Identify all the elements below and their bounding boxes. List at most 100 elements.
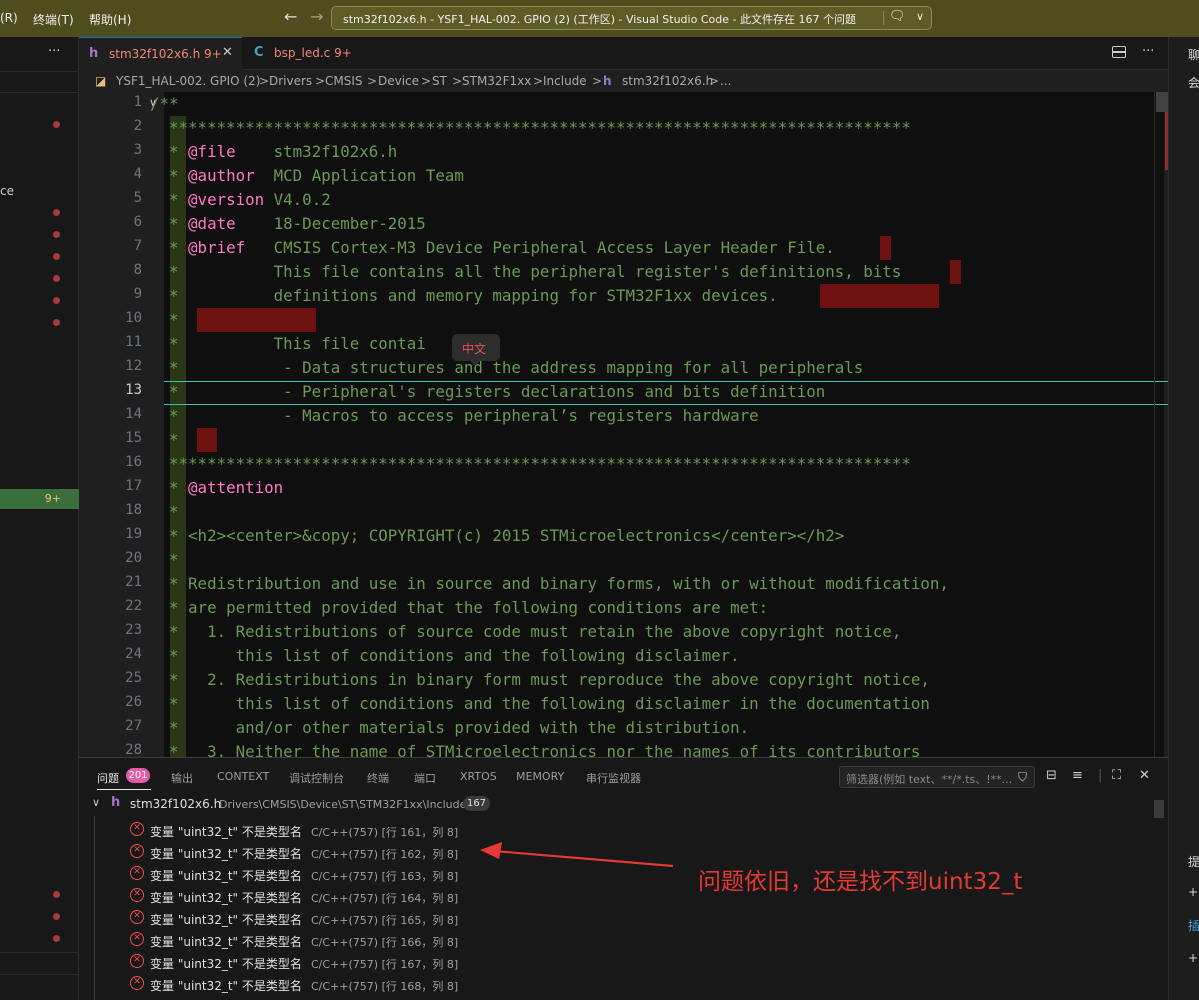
close-panel-icon[interactable]: ✕ [1139,768,1150,783]
sidebar-more-icon[interactable]: ··· [48,44,60,59]
code-line: * [150,550,179,569]
trailing-whitespace-marker [820,284,939,308]
code-line: * - Peripheral's registers declarations … [150,382,826,401]
problem-source: C/C++(757) [行 168，列 8] [311,980,459,993]
breadcrumb-item[interactable]: Include [543,74,587,88]
tab-stm32f102x6-h[interactable]: h stm32f102x6.h 9+ ✕ [79,37,242,70]
panel-tab-problems[interactable]: 问题 [97,770,119,786]
menu-help[interactable]: 帮助(H) [89,11,131,28]
breadcrumb-item[interactable]: Device [378,74,419,88]
sidebar-active-file[interactable]: 9+ [0,489,79,509]
panel-tab-context[interactable]: CONTEXT [217,770,269,783]
comment-text: CMSIS Cortex-M3 Device Peripheral Access… [245,238,835,257]
sidebar-divider [0,92,79,93]
chevron-right-icon: > [259,74,270,88]
panel-scrollbar-thumb[interactable] [1154,800,1164,818]
folder-icon: ◪ [95,74,107,88]
trailing-whitespace-marker [880,236,891,260]
maximize-panel-icon[interactable]: ⛶ [1112,768,1121,783]
menu-terminal[interactable]: 终端(T) [33,11,74,28]
scrollbar-error-marker [1165,112,1168,170]
split-editor-icon[interactable] [1112,46,1126,58]
view-as-tree-icon[interactable]: ≡ [1072,768,1083,783]
c-file-icon: C [254,45,264,60]
arrow-right-icon[interactable]: → [310,7,323,26]
breadcrumb-item[interactable]: YSF1_HAL-002. GPIO (2) [116,74,260,88]
problem-message: 变量 "uint32_t" 不是类型名 [150,891,302,905]
collapse-all-icon[interactable]: ⊟ [1046,768,1057,783]
chat-title: 聊 [1188,48,1199,62]
code-line: * @attention [150,476,283,500]
doc-tag: @file [188,142,236,161]
sidebar-item-label[interactable]: ce [0,184,14,198]
editor-scrollbar[interactable] [1154,92,1168,757]
breadcrumb-item[interactable]: Drivers [269,74,312,88]
modified-dot-icon [53,891,60,898]
line-number: 1 [133,94,142,110]
comment-prefix: * [150,478,189,497]
command-center[interactable]: stm32f102x6.h - YSF1_HAL-002. GPIO (2) (… [331,6,932,30]
line-number: 15 [125,430,142,446]
doc-tag: @attention [188,478,284,497]
code-editor[interactable]: 1 2 3 4 5 6 7 8 9 10 11 12 13 14 15 16 17 18 19 20 21 22 23 24 2… [79,92,1168,757]
annotation-arrow [480,842,674,868]
problem-message: 变量 "uint32_t" 不是类型名 [150,979,302,993]
arrow-left-icon[interactable]: ← [284,7,297,26]
tab-badge: 9+ [204,47,222,61]
line-number: 12 [125,358,142,374]
panel-tab-xrtos[interactable]: XRTOS [460,770,497,783]
more-actions-icon[interactable]: ··· [1142,44,1154,59]
breadcrumb-item[interactable]: STM32F1xx [462,74,531,88]
problem-source: C/C++(757) [行 162，列 8] [311,848,459,861]
code-line: * @date 18-December-2015 [150,212,426,236]
menu-run[interactable]: (R) [0,11,18,25]
breadcrumb-item[interactable]: ... [720,74,731,88]
insert-link[interactable]: 插 [1188,917,1199,934]
panel-tab-memory[interactable]: MEMORY [516,770,564,783]
filter-icon[interactable]: ⛉ [1018,770,1027,785]
code-line: * Redistribution and use in source and b… [150,574,949,593]
problem-row[interactable]: ✕ 变量 "uint32_t" 不是类型名 C/C++(757) [行 165，列 … [79,907,1159,929]
error-icon: ✕ [130,888,144,902]
doc-tag: @date [188,214,236,233]
breadcrumb-item[interactable]: stm32f102x6.h [622,74,713,88]
panel-tab-ports[interactable]: 端口 [414,770,436,786]
comment-prefix: * [150,166,189,185]
line-number: 14 [125,406,142,422]
problem-row[interactable]: ✕ 变量 "uint32_t" 不是类型名 C/C++(757) [行 167，列 … [79,951,1159,973]
h-file-icon: h [603,74,612,88]
panel-tab-serial-monitor[interactable]: 串行监视器 [586,770,641,786]
chat-icon[interactable]: 🗨 [889,9,906,24]
panel-tab-output[interactable]: 输出 [171,770,193,786]
breadcrumb-item[interactable]: CMSIS [325,74,363,88]
problems-filter-input[interactable]: 筛选器(例如 text、**/*.ts、!**... ⛉ [839,766,1035,788]
problems-file-group[interactable]: ∨ h stm32f102x6.h Drivers\CMSIS\Device\S… [79,794,1168,814]
breadcrumb-item[interactable]: ST [432,74,447,88]
tab-badge: 9+ [334,46,352,60]
add-icon[interactable]: + [1188,951,1198,965]
trailing-whitespace-marker [197,428,217,452]
chevron-down-icon[interactable]: ∨ [916,10,924,23]
scrollbar-thumb[interactable] [1156,92,1168,112]
add-icon[interactable]: + [1188,885,1198,899]
line-number: 17 [125,478,142,494]
modified-dot-icon [53,121,60,128]
problem-row[interactable]: ✕ 变量 "uint32_t" 不是类型名 C/C++(757) [行 166，列 … [79,929,1159,951]
problem-message: 变量 "uint32_t" 不是类型名 [150,825,302,839]
panel-tab-debug-console[interactable]: 调试控制台 [289,770,344,786]
chevron-down-icon[interactable]: ∨ [92,796,100,809]
code-line: * 2. Redistributions in binary form must… [150,670,930,689]
tab-label: bsp_led.c [274,46,331,60]
doc-tag: @brief [188,238,246,257]
problem-row[interactable]: ✕ 变量 "uint32_t" 不是类型名 C/C++(757) [行 168，列 … [79,973,1159,995]
tab-bsp-led-c[interactable]: C bsp_led.c 9+ [242,37,352,70]
modified-dot-icon [53,297,60,304]
hint-label: 提 [1188,855,1199,869]
code-line: ****************************************… [150,118,911,137]
panel-tab-terminal[interactable]: 终端 [367,770,389,786]
line-number: 18 [125,502,142,518]
comment-prefix: * [150,214,189,233]
close-icon[interactable]: ✕ [222,45,233,60]
error-icon: ✕ [130,910,144,924]
line-number: 8 [133,262,142,278]
